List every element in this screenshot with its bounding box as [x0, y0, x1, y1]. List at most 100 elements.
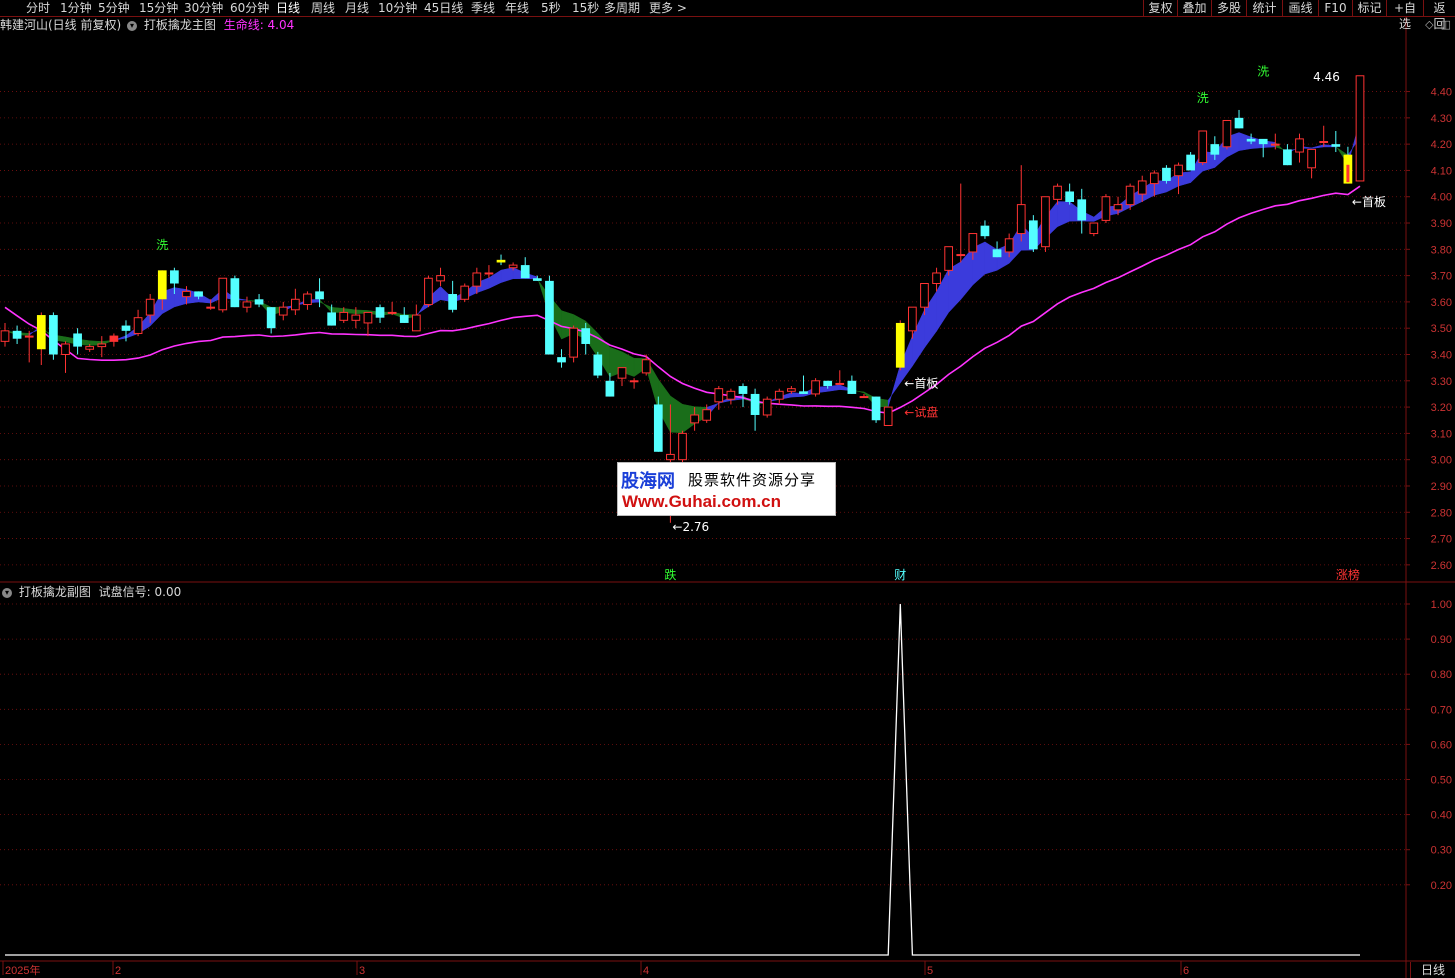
candle-body-up — [1222, 119, 1232, 148]
chevron-down-icon[interactable]: ▾ — [2, 587, 12, 598]
toolbar-item-15[interactable]: 多周期 — [604, 0, 640, 16]
x-tick-label: 2025年 — [5, 963, 40, 977]
candle-body-up — [145, 298, 155, 316]
toolbar-right-item-6[interactable]: 标记 — [1352, 0, 1386, 16]
candle-inner-mark — [1346, 164, 1350, 183]
candle-body-up — [702, 409, 712, 421]
candle-body-down — [1246, 138, 1256, 142]
candle-body-down — [532, 278, 542, 281]
candle-body-up — [472, 272, 482, 287]
candle-body-up — [1041, 196, 1050, 248]
x-tick-label: 6 — [1183, 965, 1189, 977]
candle-body-down — [605, 380, 615, 397]
period-tab[interactable]: 日线 — [1410, 962, 1455, 978]
chart-annotation: 洗 — [156, 238, 168, 252]
toolbar-right-item-1[interactable]: 叠加 — [1177, 0, 1211, 16]
toolbar-item-6[interactable]: 日线 — [276, 0, 300, 16]
toolbar-item-12[interactable]: 年线 — [505, 0, 529, 16]
candle-body-down — [49, 315, 58, 355]
candle-body-up — [726, 390, 736, 400]
watermark: 股海网 股票软件资源分享 Www.Guhai.com.cn — [617, 462, 836, 516]
toolbar-item-13[interactable]: 5秒 — [541, 0, 561, 16]
candle-body-up — [339, 311, 349, 321]
main-indicator-label[interactable]: 打板擒龙主图 — [144, 18, 216, 32]
candle-body-up — [1355, 75, 1365, 182]
candle-body-down — [581, 328, 591, 344]
toolbar-item-8[interactable]: 月线 — [345, 0, 369, 16]
candle-body-up — [387, 311, 397, 314]
candle-body-up — [678, 432, 687, 461]
candle-body-down — [121, 325, 131, 331]
y-tick-label: 1.00 — [1431, 599, 1452, 611]
toolbar-right-item-0[interactable]: 复权 — [1143, 0, 1177, 16]
candle-body-up — [218, 277, 228, 311]
candle-body-up — [968, 233, 978, 253]
chevron-down-icon[interactable]: ▾ — [127, 20, 138, 31]
candle-body-up — [1125, 185, 1135, 206]
candle-body-up — [617, 367, 627, 379]
toolbar-item-3[interactable]: 15分钟 — [139, 0, 178, 16]
toolbar-item-7[interactable]: 周线 — [311, 0, 335, 16]
y-tick-label: 3.30 — [1431, 376, 1452, 388]
toolbar-item-1[interactable]: 1分钟 — [60, 0, 92, 16]
y-tick-label: 0.60 — [1431, 739, 1452, 751]
candle-body-limit-up — [157, 270, 167, 300]
candle-body-up — [641, 359, 651, 374]
sub-indicator-label[interactable]: 打板擒龙副图 — [19, 585, 91, 599]
candle-body-up — [351, 314, 361, 321]
maximize-icon[interactable]: ◫ — [1441, 18, 1451, 31]
candle-body-up — [774, 390, 784, 400]
y-tick-label: 3.20 — [1431, 402, 1452, 414]
candle-body-down — [170, 270, 179, 284]
candle-body-down — [593, 354, 603, 376]
candle-body-up — [1270, 143, 1280, 146]
period-toolbar: 分时 1分钟 5分钟 15分钟 30分钟 60分钟 日线 周线 月线 10分钟 45日线 季线 年线 5秒… — [0, 0, 1455, 31]
candle-body-up — [569, 327, 578, 358]
candle-body-up — [484, 272, 494, 275]
toolbar-right-item-3[interactable]: 统计 — [1246, 0, 1282, 16]
candle-body-up — [182, 290, 191, 298]
toolbar-right-item-7[interactable]: +自选 — [1386, 0, 1423, 31]
candle-body-up — [508, 264, 518, 269]
toolbar-right-item-8[interactable]: 返回 — [1423, 0, 1455, 31]
toolbar-item-9[interactable]: 10分钟 — [378, 0, 417, 16]
watermark-brand: 股海网 — [621, 471, 675, 492]
candle-body-up — [1149, 172, 1159, 185]
candle-body-up — [303, 293, 312, 306]
signal-value: 0.00 — [154, 585, 182, 599]
candle-body-up — [629, 380, 639, 383]
candle-body-down — [1331, 144, 1341, 147]
toolbar-item-0[interactable]: 分时 — [26, 0, 50, 16]
y-tick-label: 0.90 — [1431, 634, 1452, 646]
toolbar-item-5[interactable]: 60分钟 — [230, 0, 269, 16]
candle-body-up — [278, 306, 288, 316]
toolbar-right-item-2[interactable]: 多股 — [1211, 0, 1246, 16]
toolbar-item-10[interactable]: 45日线 — [424, 0, 463, 16]
y-tick-label: 0.80 — [1431, 669, 1452, 681]
candle-body-up — [956, 254, 966, 257]
trend-band-segment — [887, 364, 901, 407]
candle-body-up — [85, 346, 95, 350]
toolbar-item-11[interactable]: 季线 — [471, 0, 495, 16]
toolbar-item-4[interactable]: 30分钟 — [184, 0, 223, 16]
candle-body-up — [787, 388, 796, 392]
toolbar-item-16[interactable]: 更多 > — [649, 0, 687, 16]
x-tick-label: 3 — [359, 965, 365, 977]
candle-body-up — [1137, 180, 1147, 195]
candle-body-down — [315, 291, 324, 300]
candle-body-down — [266, 307, 276, 329]
y-tick-label: 3.90 — [1431, 218, 1452, 230]
candle-body-up — [0, 330, 10, 342]
candle-body-up — [1295, 138, 1304, 153]
candle-body-down — [375, 307, 385, 318]
diamond-icon[interactable]: ◇ — [1425, 18, 1433, 31]
chart-annotation: ←试盘 — [904, 404, 938, 419]
candle-body-up — [436, 275, 445, 282]
y-tick-label: 0.70 — [1431, 704, 1452, 716]
toolbar-item-2[interactable]: 5分钟 — [98, 0, 130, 16]
toolbar-item-14[interactable]: 15秒 — [572, 0, 599, 16]
toolbar-right-item-4[interactable]: 画线 — [1282, 0, 1318, 16]
candle-body-up — [811, 380, 820, 395]
toolbar-right-item-5[interactable]: F10 — [1318, 0, 1352, 16]
candle-body-up — [908, 306, 917, 332]
